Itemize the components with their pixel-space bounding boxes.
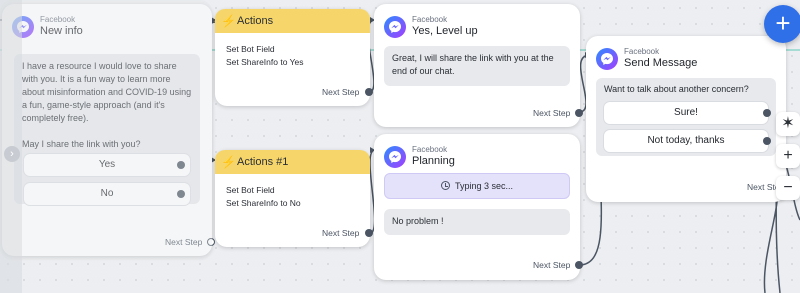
chevron-right-icon[interactable]: › bbox=[4, 146, 20, 162]
output-port-not-today[interactable] bbox=[763, 137, 771, 145]
message-bubble[interactable]: No problem ! bbox=[384, 209, 570, 235]
message-bubble[interactable]: Great, I will share the link with you at… bbox=[384, 46, 570, 86]
node-send-message[interactable]: Facebook Send Message Want to talk about… bbox=[586, 36, 786, 202]
next-step-label: Next Step bbox=[322, 87, 360, 97]
typing-indicator[interactable]: Typing 3 sec... bbox=[384, 173, 570, 199]
node-new-info[interactable]: Facebook New info I have a resource I wo… bbox=[2, 4, 215, 256]
next-step-port[interactable] bbox=[575, 261, 583, 269]
quick-reply-sure[interactable]: Sure! bbox=[604, 102, 768, 124]
messenger-icon bbox=[384, 16, 406, 38]
node-title: Actions #1 bbox=[237, 156, 289, 168]
channel-label: Facebook bbox=[40, 15, 76, 24]
next-step-port[interactable] bbox=[365, 88, 373, 96]
node-title: Yes, Level up bbox=[412, 25, 478, 37]
messenger-icon bbox=[384, 146, 406, 168]
next-step-port[interactable] bbox=[207, 238, 215, 246]
next-step-port[interactable] bbox=[365, 229, 373, 237]
action-header: ⚡ Actions #1 bbox=[215, 150, 370, 174]
node-title: Actions bbox=[237, 15, 274, 27]
lightning-bolt-icon: ⚡ bbox=[221, 155, 236, 169]
zoom-out-icon[interactable]: − bbox=[776, 176, 800, 200]
zoom-in-icon[interactable]: + bbox=[776, 144, 800, 168]
channel-label: Facebook bbox=[412, 15, 448, 24]
next-step-port[interactable] bbox=[575, 109, 583, 117]
next-step-label: Next Step bbox=[533, 108, 571, 118]
node-actions-1[interactable]: ⚡ Actions #1 Set Bot Field Set ShareInfo… bbox=[215, 150, 373, 247]
flow-canvas[interactable]: Facebook New info I have a resource I wo… bbox=[0, 0, 800, 293]
output-port-yes[interactable] bbox=[177, 161, 185, 169]
link-send-out bbox=[763, 185, 779, 293]
lightning-bolt-icon: ⚡ bbox=[221, 14, 236, 28]
channel-label: Facebook bbox=[412, 145, 448, 154]
next-step-label: Next Step bbox=[533, 260, 571, 270]
add-node-button[interactable]: + bbox=[764, 5, 800, 43]
action-detail: Set ShareInfo to No bbox=[226, 198, 301, 208]
magic-wand-icon[interactable]: ✶ bbox=[776, 112, 800, 136]
action-header: ⚡ Actions bbox=[215, 9, 370, 33]
quick-reply-no[interactable]: No bbox=[24, 183, 190, 205]
action-type: Set Bot Field bbox=[226, 185, 275, 195]
messenger-icon bbox=[596, 48, 618, 70]
message-bubble[interactable]: I have a resource I would love to share … bbox=[14, 54, 200, 204]
quick-reply-yes[interactable]: Yes bbox=[24, 154, 190, 176]
action-type: Set Bot Field bbox=[226, 44, 275, 54]
output-port-no[interactable] bbox=[177, 190, 185, 198]
node-actions[interactable]: ⚡ Actions Set Bot Field Set ShareInfo to… bbox=[215, 9, 373, 106]
next-step-label: Next Step bbox=[165, 237, 203, 247]
clock-icon bbox=[440, 181, 450, 190]
quick-reply-not-today[interactable]: Not today, thanks bbox=[604, 130, 768, 152]
node-title: New info bbox=[40, 25, 83, 37]
node-planning[interactable]: Facebook Planning Typing 3 sec... No pro… bbox=[374, 134, 583, 280]
node-title: Send Message bbox=[624, 57, 698, 69]
action-detail: Set ShareInfo to Yes bbox=[226, 57, 304, 67]
node-yes-level-up[interactable]: Facebook Yes, Level up Great, I will sha… bbox=[374, 4, 583, 127]
next-step-label: Next Step bbox=[322, 228, 360, 238]
channel-label: Facebook bbox=[624, 47, 660, 56]
node-title: Planning bbox=[412, 155, 455, 167]
output-port-sure[interactable] bbox=[763, 109, 771, 117]
typing-label: Typing 3 sec... bbox=[454, 181, 514, 191]
